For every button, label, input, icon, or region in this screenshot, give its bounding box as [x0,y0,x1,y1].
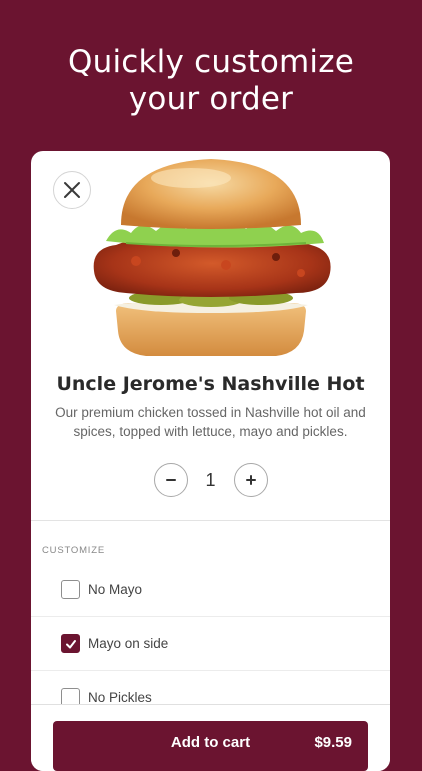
quantity-stepper: 1 [31,461,390,499]
product-card: Uncle Jerome's Nashville Hot Our premium… [31,151,390,771]
product-image [93,159,331,356]
increment-button[interactable] [233,463,268,497]
option-label: No Mayo [88,582,143,597]
plus-icon [245,475,256,485]
bottom-bar: Add to cart $9.59 [31,704,390,771]
headline-line-2: your order [128,81,294,117]
option-no-mayo[interactable]: No Mayo [31,563,390,617]
quantity-value: 1 [205,469,216,490]
headline-line-1: Quickly customize [68,44,354,80]
checkbox-mayo-on-side[interactable] [61,634,80,653]
close-icon [64,182,80,198]
add-to-cart-button[interactable]: Add to cart $9.59 [53,721,368,771]
minus-icon [165,479,176,481]
cart-price: $9.59 [314,734,352,751]
section-divider [31,520,390,521]
option-label: No Pickles [88,690,152,705]
close-button[interactable] [53,171,91,209]
decrement-button[interactable] [153,463,188,497]
option-label: Mayo on side [88,636,169,651]
option-mayo-on-side[interactable]: Mayo on side [31,617,390,671]
product-title: Uncle Jerome's Nashville Hot [56,373,365,395]
customize-section-label: CUSTOMIZE [42,545,105,556]
checkbox-no-mayo[interactable] [61,580,80,599]
checkmark-icon [65,639,76,648]
product-description: Our premium chicken tossed in Nashville … [55,405,366,439]
headline: Quickly customize your order [0,44,422,118]
